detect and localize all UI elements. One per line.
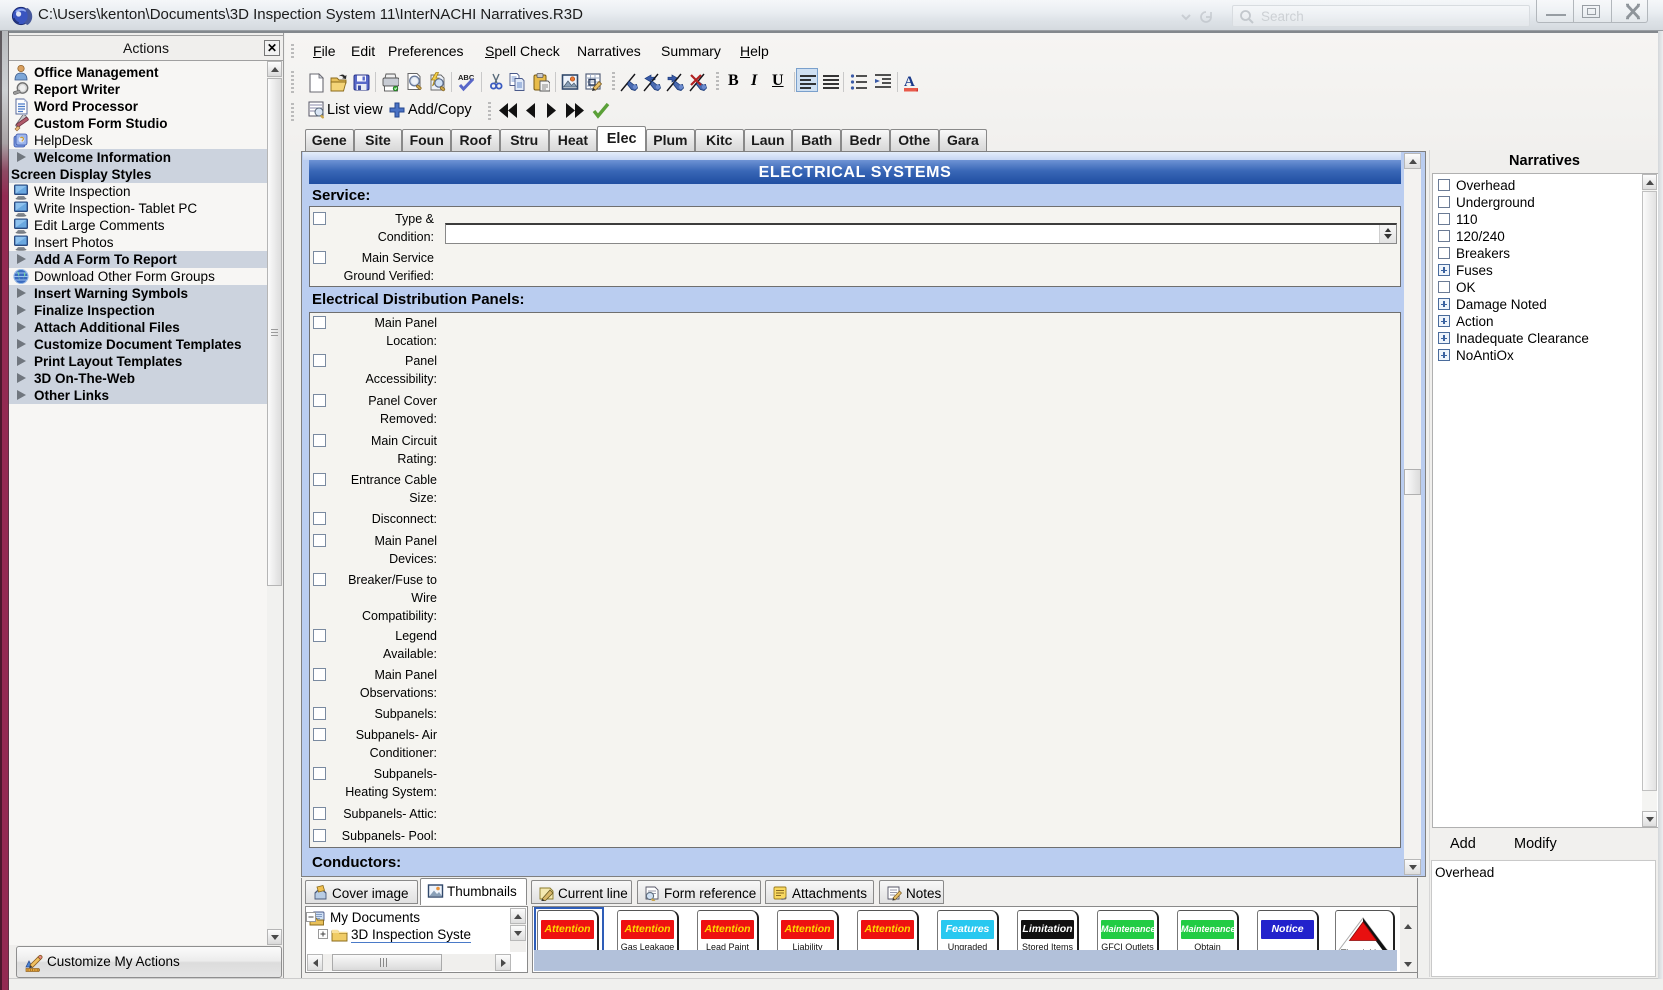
svg-text:A: A bbox=[904, 74, 915, 90]
